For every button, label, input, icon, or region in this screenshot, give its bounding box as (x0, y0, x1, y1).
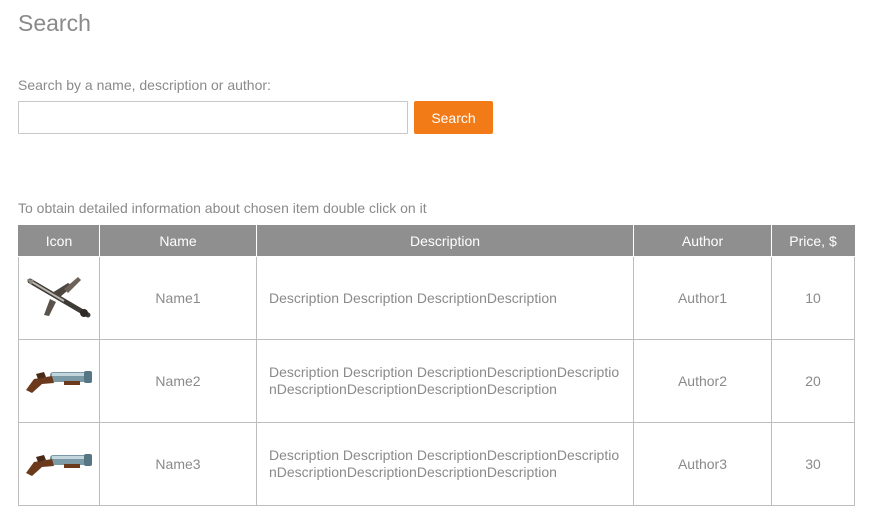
flintlock-pistol-icon (26, 454, 92, 476)
name-cell: Name2 (99, 339, 257, 423)
name-cell: Name1 (99, 256, 257, 340)
description-cell: Description Description DescriptionDescr… (256, 256, 634, 340)
search-label: Search by a name, description or author: (18, 77, 271, 93)
author-cell: Author3 (633, 422, 772, 506)
icon-cell (18, 422, 100, 506)
price-cell: 10 (771, 256, 855, 340)
column-header-name[interactable]: Name (99, 225, 257, 257)
column-header-author[interactable]: Author (633, 225, 772, 257)
search-button[interactable]: Search (414, 101, 493, 134)
results-table: Icon Name Description Author Price, $ Na… (18, 225, 855, 506)
hint-text: To obtain detailed information about cho… (18, 200, 427, 216)
author-cell: Author2 (633, 339, 772, 423)
icon-cell (18, 339, 100, 423)
column-header-description[interactable]: Description (256, 225, 634, 257)
table-header-row: Icon Name Description Author Price, $ (18, 225, 855, 257)
icon-cell (18, 256, 100, 340)
column-header-icon[interactable]: Icon (18, 225, 100, 257)
name-cell: Name3 (99, 422, 257, 506)
crossbow-icon (27, 277, 91, 318)
table-row[interactable]: Name3 Description Description Descriptio… (18, 422, 855, 506)
description-cell: Description Description DescriptionDescr… (256, 422, 634, 506)
price-cell: 20 (771, 339, 855, 423)
description-cell: Description Description DescriptionDescr… (256, 339, 634, 423)
page-title: Search (18, 10, 91, 36)
author-cell: Author1 (633, 256, 772, 340)
table-row[interactable]: Name2 Description Description Descriptio… (18, 339, 855, 423)
price-cell: 30 (771, 422, 855, 506)
flintlock-pistol-icon (26, 371, 92, 393)
search-input[interactable] (18, 101, 408, 134)
table-row[interactable]: Name1 Description Description Descriptio… (18, 256, 855, 340)
column-header-price[interactable]: Price, $ (771, 225, 855, 257)
